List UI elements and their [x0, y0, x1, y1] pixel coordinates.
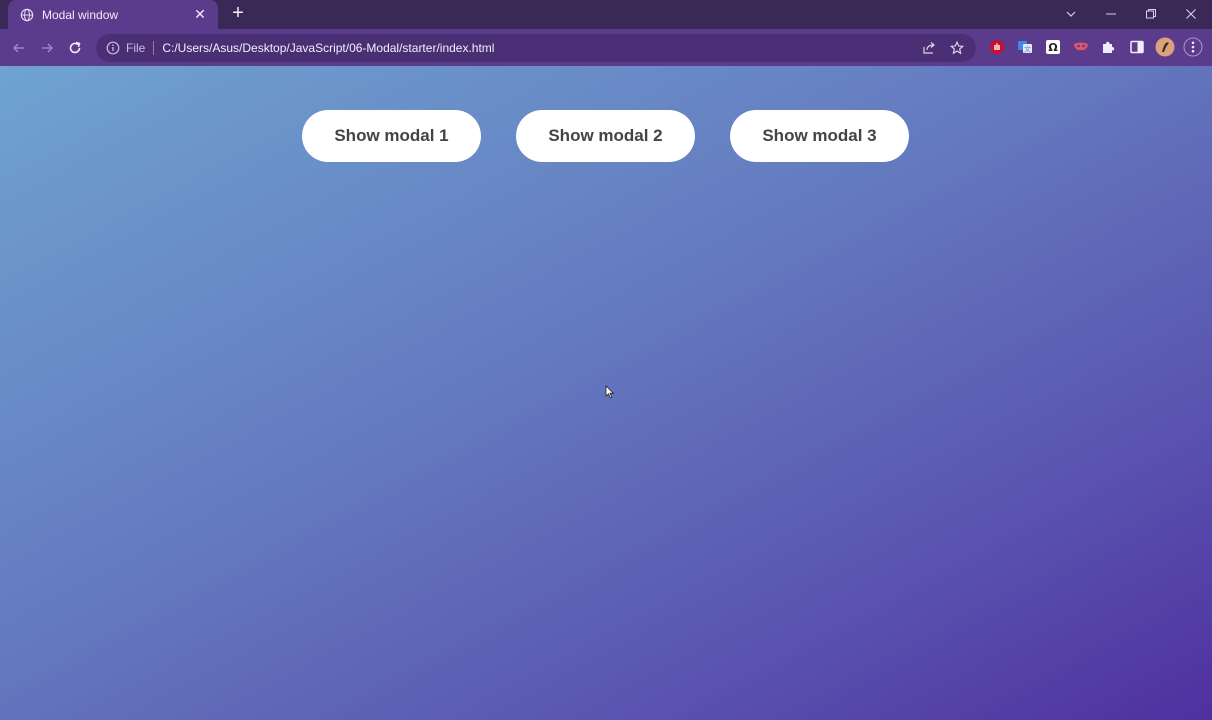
share-icon[interactable]	[920, 39, 938, 57]
show-modal-2-button[interactable]: Show modal 2	[516, 110, 695, 162]
hand-icon[interactable]	[987, 37, 1007, 57]
svg-text:Ω: Ω	[1048, 41, 1058, 54]
bookmark-star-icon[interactable]	[948, 39, 966, 57]
page-viewport: Show modal 1 Show modal 2 Show modal 3	[0, 66, 1212, 720]
back-icon[interactable]	[8, 37, 30, 59]
address-bar[interactable]: File C:/Users/Asus/Desktop/JavaScript/06…	[96, 34, 976, 62]
info-icon[interactable]	[106, 41, 120, 55]
mask-icon[interactable]	[1071, 37, 1091, 57]
show-modal-1-button[interactable]: Show modal 1	[302, 110, 481, 162]
browser-toolbar: File C:/Users/Asus/Desktop/JavaScript/06…	[0, 29, 1212, 66]
address-separator	[153, 41, 155, 55]
tab-search-icon[interactable]	[1060, 4, 1082, 24]
sidepanel-icon[interactable]	[1127, 37, 1147, 57]
url-text[interactable]: C:/Users/Asus/Desktop/JavaScript/06-Moda…	[162, 41, 920, 55]
svg-text:文: 文	[1024, 45, 1031, 54]
forward-icon[interactable]	[36, 37, 58, 59]
menu-kebab-icon[interactable]	[1183, 37, 1203, 57]
puzzle-icon[interactable]	[1099, 37, 1119, 57]
translate-icon[interactable]: 文	[1015, 37, 1035, 57]
mouse-cursor-icon	[605, 385, 615, 399]
show-modal-3-button[interactable]: Show modal 3	[730, 110, 909, 162]
tab-close-icon[interactable]: ✕	[192, 6, 208, 23]
globe-icon	[20, 8, 34, 21]
scheme-label: File	[126, 41, 146, 55]
modal-button-row: Show modal 1 Show modal 2 Show modal 3	[302, 110, 910, 162]
reload-icon[interactable]	[64, 37, 86, 59]
restore-icon[interactable]	[1140, 4, 1162, 24]
tab-title: Modal window	[42, 7, 119, 22]
minimize-icon[interactable]	[1100, 4, 1122, 24]
tab-modal-window[interactable]: Modal window ✕	[8, 0, 218, 29]
close-window-icon[interactable]	[1180, 4, 1202, 24]
omega-icon[interactable]: Ω	[1043, 37, 1063, 57]
tab-strip: Modal window ✕ +	[0, 0, 1212, 29]
new-tab-button[interactable]: +	[228, 3, 248, 24]
profile-avatar[interactable]	[1155, 37, 1175, 57]
